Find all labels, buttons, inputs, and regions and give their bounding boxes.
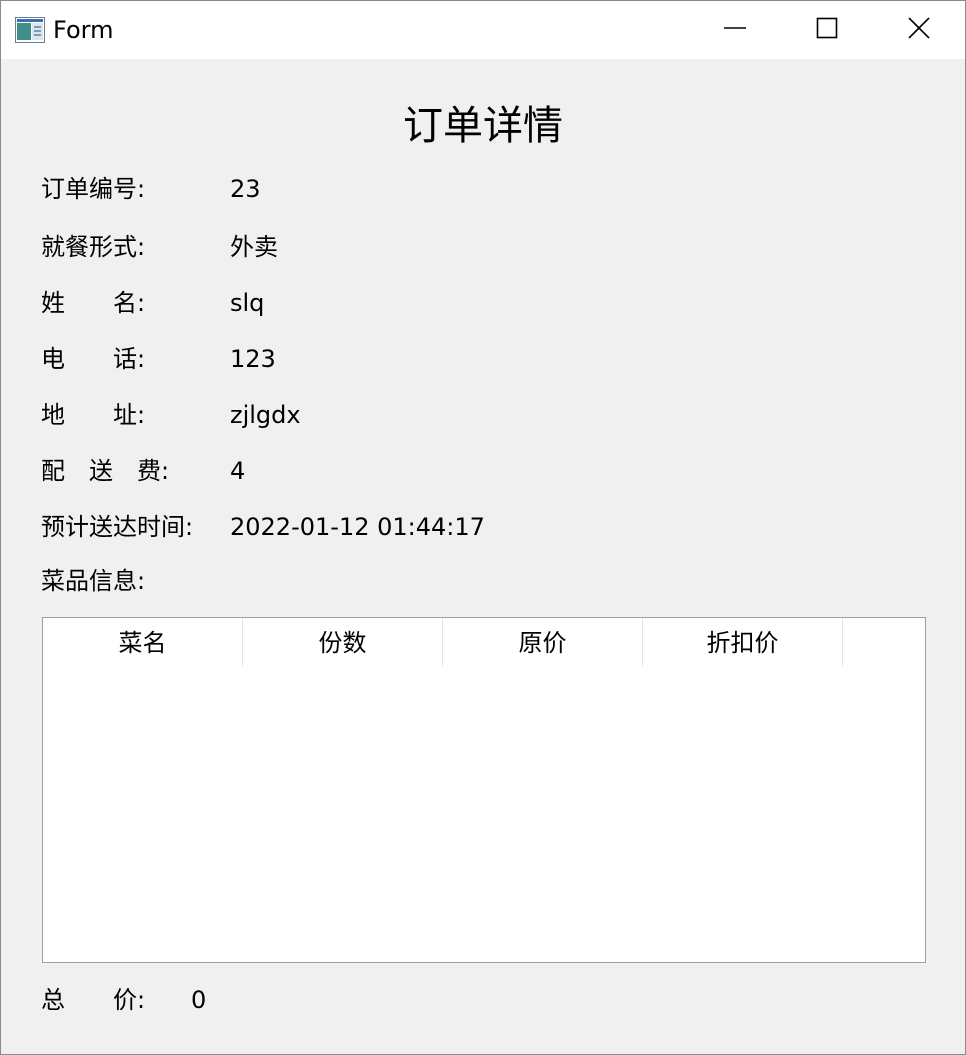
dining-type-value: 外卖 [230,233,278,261]
dishes-table[interactable]: 菜名 份数 原价 折扣价 [42,617,926,963]
close-button[interactable] [873,1,965,59]
name-label: 姓 名: [41,289,146,317]
total-price-value: 0 [191,986,207,1014]
dining-type-label: 就餐形式: [41,233,146,261]
minimize-button[interactable] [689,1,781,59]
estimated-delivery-value: 2022-01-12 01:44:17 [230,513,485,541]
form-content: 订单详情 订单编号: 23 就餐形式: 外卖 姓 名: slq 电 话: 123… [1,59,965,1054]
page-title: 订单详情 [403,103,563,149]
delivery-fee-label: 配 送 费: [41,457,170,485]
address-label: 地 址: [41,401,146,429]
column-header-original-price[interactable]: 原价 [443,618,643,666]
phone-value: 123 [230,345,276,373]
column-header-dish-name[interactable]: 菜名 [43,618,243,666]
form-window: Form 订单详情 订单编号: 23 就餐形式: 外卖 姓 名: slq 电 话… [0,0,966,1055]
maximize-icon [816,17,838,43]
delivery-fee-value: 4 [230,457,246,485]
phone-label: 电 话: [41,345,146,373]
minimize-icon [724,17,746,43]
column-header-discount-price[interactable]: 折扣价 [643,618,843,666]
name-value: slq [230,289,265,317]
order-number-label: 订单编号: [41,175,146,203]
maximize-button[interactable] [781,1,873,59]
dishes-section-label: 菜品信息: [41,567,146,595]
column-header-quantity[interactable]: 份数 [243,618,443,666]
total-price-label: 总 价: [41,986,146,1014]
address-value: zjlgdx [230,401,301,429]
form-app-icon [15,17,45,43]
estimated-delivery-label: 预计送达时间: [41,513,194,541]
title-bar[interactable]: Form [1,1,965,59]
order-number-value: 23 [230,175,261,203]
window-title: Form [53,16,114,44]
close-icon [908,17,930,43]
